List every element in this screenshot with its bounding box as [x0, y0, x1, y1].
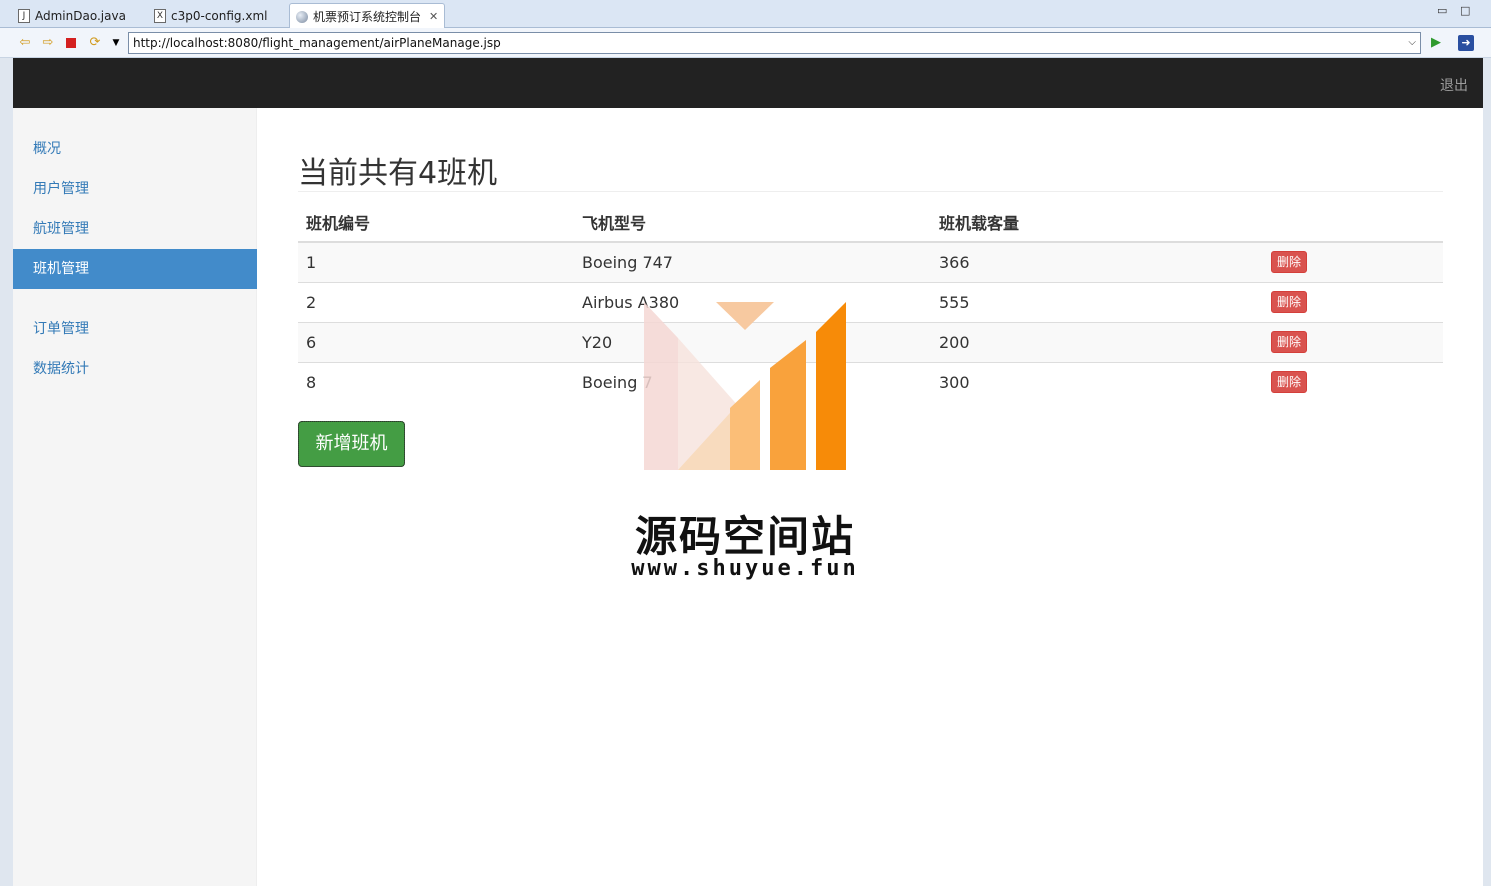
- window-edge: [1483, 58, 1491, 886]
- back-arrow-icon[interactable]: ⇦: [17, 35, 33, 51]
- action-cell: 删除: [1263, 241, 1443, 282]
- table-header-row: 班机编号 飞机型号 班机载客量: [298, 202, 1443, 243]
- column-header: 飞机型号: [574, 202, 931, 243]
- airplane-id: 2: [298, 281, 574, 322]
- editor-tab-bar: J AdminDao.java X c3p0-config.xml 机票预订系统…: [0, 0, 1491, 29]
- airplane-capacity: 200: [931, 321, 1263, 362]
- chevron-down-icon[interactable]: ▼: [108, 35, 124, 51]
- refresh-icon[interactable]: ⟳: [87, 35, 103, 51]
- window-edge: [0, 58, 13, 886]
- delete-button[interactable]: 删除: [1271, 371, 1308, 394]
- tab-admindao[interactable]: J AdminDao.java: [12, 3, 132, 28]
- tab-label: c3p0-config.xml: [171, 8, 268, 23]
- sidebar-item-user-management[interactable]: 用户管理: [13, 169, 257, 209]
- external-browser-icon[interactable]: ➜: [1458, 35, 1474, 51]
- sidebar-item-statistics[interactable]: 数据统计: [13, 349, 257, 389]
- airplane-id: 6: [298, 321, 574, 362]
- airplane-model: Boeing 747: [574, 241, 931, 282]
- sidebar-item-order-management[interactable]: 订单管理: [13, 309, 257, 349]
- sidebar-item-airplane-management[interactable]: 班机管理: [13, 249, 257, 289]
- sidebar: 概况 用户管理 航班管理 班机管理 订单管理 数据统计: [13, 108, 257, 886]
- airplane-id: 8: [298, 361, 574, 402]
- delete-button[interactable]: 删除: [1271, 331, 1308, 353]
- airplane-id: 1: [298, 241, 574, 282]
- chevron-down-icon[interactable]: ⌵: [1408, 33, 1416, 53]
- airplane-model: Y20: [574, 321, 931, 362]
- table-row: 1 Boeing 747 366 删除: [298, 241, 1443, 282]
- tab-c3p0-config[interactable]: X c3p0-config.xml: [148, 3, 273, 28]
- table-row: 6 Y20 200 删除: [298, 321, 1443, 362]
- airplane-model: Boeing 7: [574, 361, 931, 402]
- airplane-model: Airbus A380: [574, 281, 931, 322]
- action-cell: 删除: [1263, 281, 1443, 322]
- delete-button[interactable]: 删除: [1271, 251, 1308, 274]
- xml-file-icon: X: [154, 8, 166, 23]
- tab-console[interactable]: 机票预订系统控制台 ✕: [289, 3, 446, 29]
- page-title: 当前共有4班机: [298, 156, 498, 191]
- sidebar-item-flight-management[interactable]: 航班管理: [13, 209, 257, 249]
- add-airplane-button[interactable]: 新增班机: [298, 421, 405, 467]
- tab-label: AdminDao.java: [35, 8, 126, 23]
- table-row: 8 Boeing 7 300 删除: [298, 361, 1443, 402]
- column-header: [1263, 202, 1443, 243]
- column-header: 班机载客量: [931, 202, 1263, 243]
- browser-toolbar: ⇦ ⇨ ⟳ ▼ http://localhost:8080/flight_man…: [0, 28, 1491, 58]
- go-icon[interactable]: ▶: [1428, 35, 1444, 51]
- globe-icon: [296, 10, 308, 23]
- action-cell: 删除: [1263, 361, 1443, 402]
- stop-icon[interactable]: [63, 35, 79, 51]
- tab-label: 机票预订系统控制台: [313, 10, 422, 24]
- logout-link[interactable]: 退出: [1440, 75, 1468, 95]
- maximize-icon[interactable]: □: [1460, 4, 1470, 17]
- airplane-capacity: 366: [931, 241, 1263, 282]
- sidebar-item-overview[interactable]: 概况: [13, 129, 257, 169]
- airplane-table: 班机编号 飞机型号 班机载客量 1 Boeing 747 366 删除 2 Ai…: [298, 202, 1443, 402]
- url-text: http://localhost:8080/flight_management/…: [133, 36, 501, 50]
- column-header: 班机编号: [298, 202, 574, 243]
- java-file-icon: J: [18, 8, 30, 23]
- top-navbar: 退出: [13, 58, 1483, 108]
- action-cell: 删除: [1263, 321, 1443, 362]
- url-input[interactable]: http://localhost:8080/flight_management/…: [128, 32, 1421, 54]
- airplane-capacity: 555: [931, 281, 1263, 322]
- minimize-icon[interactable]: ▭: [1437, 4, 1447, 17]
- divider: [298, 191, 1443, 192]
- airplane-capacity: 300: [931, 361, 1263, 402]
- close-icon[interactable]: ✕: [429, 10, 438, 23]
- table-row: 2 Airbus A380 555 删除: [298, 281, 1443, 322]
- web-page: 退出 概况 用户管理 航班管理 班机管理 订单管理 数据统计 当前共有4班机 班…: [13, 58, 1483, 886]
- forward-arrow-icon[interactable]: ⇨: [40, 35, 56, 51]
- delete-button[interactable]: 删除: [1271, 291, 1308, 313]
